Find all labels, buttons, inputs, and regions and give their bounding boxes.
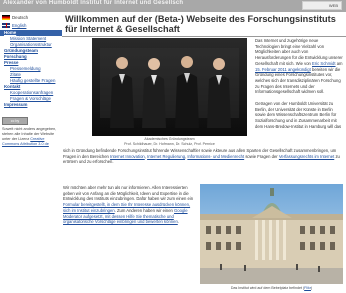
- language-en-label[interactable]: English: [12, 23, 26, 28]
- license-box: cc by Soweit nicht anders angegeben, ste…: [2, 117, 62, 147]
- language-de-label[interactable]: Deutsch: [12, 15, 28, 20]
- internet-regulation-link[interactable]: Internet Regulierung: [147, 154, 185, 159]
- research-areas-paragraph: sich in Gründung befindende Forschungsin…: [63, 148, 340, 165]
- german-flag-icon[interactable]: [2, 14, 10, 20]
- intro-text-b: am: [336, 60, 343, 66]
- announcement-link[interactable]: 15. Februar 2011 angekündigt: [255, 67, 311, 72]
- photo2-caption-text-a: Das Institut wird auf dem Bebelplatz bef…: [230, 286, 305, 290]
- constitutional-law-link[interactable]: Verfassungsrechts im Internet: [279, 154, 334, 159]
- main-content: Willkommen auf der (Beta-) Webseite des …: [63, 14, 344, 34]
- information-media-law-link[interactable]: Informations- und Medienrecht: [187, 154, 244, 159]
- founding-team-illustration: [92, 38, 247, 136]
- photo1-caption: Akademisches Gründungsteam: [144, 137, 195, 141]
- intro-column: Das Internet und zugehörige neue Technol…: [255, 38, 343, 136]
- participation-text-b: . Zum Anderen haben wir einen: [114, 207, 173, 213]
- research-text-b: sowie Fragen der: [245, 153, 278, 159]
- main-nav: Home Mission Statement Organisationsstru…: [0, 30, 62, 108]
- cc-badge-label[interactable]: cc by: [11, 119, 19, 123]
- participation-paragraph: Wir möchten aber mehr tun als nur inform…: [63, 185, 198, 225]
- flickr-link[interactable]: Flikr: [304, 286, 311, 290]
- sponsors-paragraph: Getragen von der Humboldt Universität zu…: [255, 101, 342, 129]
- cc-license-icon[interactable]: cc by: [2, 117, 28, 125]
- page-title: Willkommen auf der (Beta-) Webseite des …: [65, 14, 336, 34]
- photo2-caption-text-b: ): [310, 286, 313, 290]
- uk-flag-icon[interactable]: [2, 22, 10, 28]
- logo[interactable]: WEB: [302, 1, 342, 10]
- participation-text-c: .: [177, 219, 179, 225]
- internet-innovation-link[interactable]: Internet Innovation: [110, 154, 145, 159]
- language-de[interactable]: Deutsch: [2, 14, 62, 20]
- intro-paragraph: Das Internet und zugehörige neue Technol…: [255, 38, 343, 95]
- bebelplatz-photo: [200, 184, 343, 284]
- participation-text-a: Wir möchten aber mehr tun als nur inform…: [63, 185, 194, 202]
- license-text: Soweit nicht anders angegeben, stehen al…: [2, 127, 60, 147]
- founding-team-photo: [92, 38, 247, 136]
- nav-impressum[interactable]: Impressum: [0, 102, 62, 108]
- top-banner: Alexander von Humboldt Institut für Inte…: [0, 0, 346, 12]
- title-divider: [62, 36, 346, 37]
- site-title: Alexander von Humboldt Institut für Inte…: [3, 0, 183, 6]
- building-illustration: [200, 184, 343, 284]
- language-en[interactable]: English: [2, 22, 62, 28]
- photo1-credit: Prof. Schildhauer, Dr. Hofmann, Dr. Schu…: [124, 142, 215, 146]
- eric-schmidt-link[interactable]: Eric Schmidt: [312, 61, 336, 66]
- photo2-caption: Das Institut wird auf dem Bebelplatz bef…: [200, 286, 343, 290]
- sidebar: Deutsch English Home Mission Statement O…: [0, 14, 62, 293]
